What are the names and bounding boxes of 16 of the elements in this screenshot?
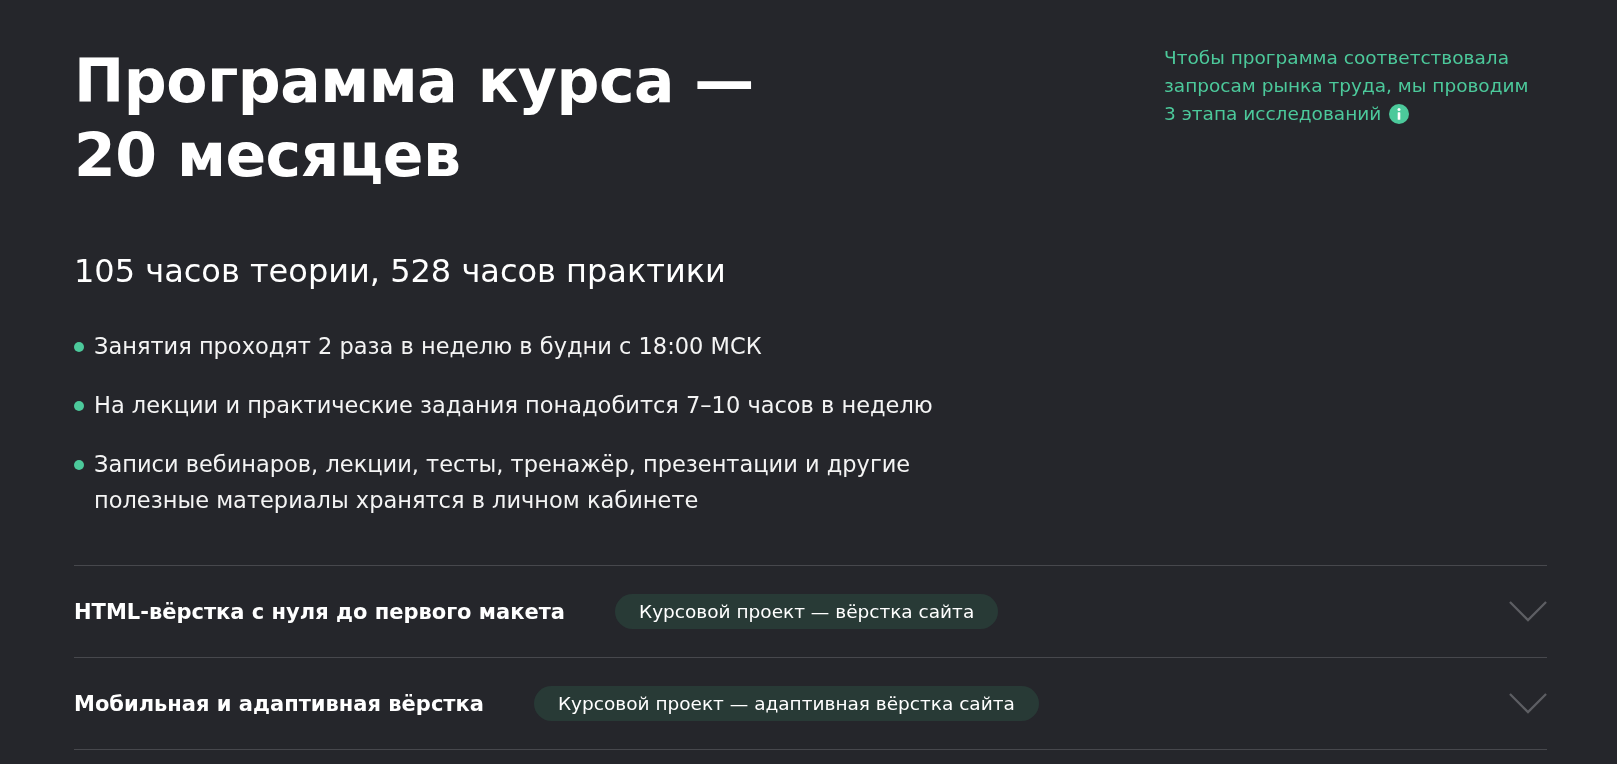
bullet-icon bbox=[74, 460, 84, 470]
bullet-icon bbox=[74, 401, 84, 411]
research-note-link[interactable]: Чтобы программа соответствовала запросам рынка труда, мы проводим 3 этапа исследований bbox=[1164, 44, 1539, 128]
chevron-icon[interactable] bbox=[1509, 693, 1547, 714]
fact-text: На лекции и практические задания понадобится 7–10 часов в неделю bbox=[94, 391, 933, 420]
module-title[interactable]: Мобильная и адаптивная вёрстка bbox=[74, 691, 484, 716]
fact-text: Записи вебинаров, лекции, тесты, тренажёр, презентации и другие полезные материалы хранятся в личном кабинете bbox=[94, 450, 912, 515]
project-badge: Курсовой проект — адаптивная вёрстка сайта bbox=[533, 686, 1039, 721]
fact-text: Занятия проходят 2 раза в неделю в будни с 18:00 МСК bbox=[94, 332, 762, 361]
project-badge: Курсовой проект — вёрстка сайта bbox=[615, 594, 999, 629]
info-icon[interactable] bbox=[1389, 104, 1410, 124]
section-title: Программа курса — 20 месяцев bbox=[74, 45, 755, 192]
chevron-icon[interactable] bbox=[1509, 601, 1547, 622]
module-title[interactable]: HTML-вёрстка с нуля до первого макета bbox=[74, 599, 566, 624]
bullet-icon bbox=[74, 342, 84, 352]
hours-summary: 105 часов теории, 528 часов практики bbox=[74, 252, 727, 290]
